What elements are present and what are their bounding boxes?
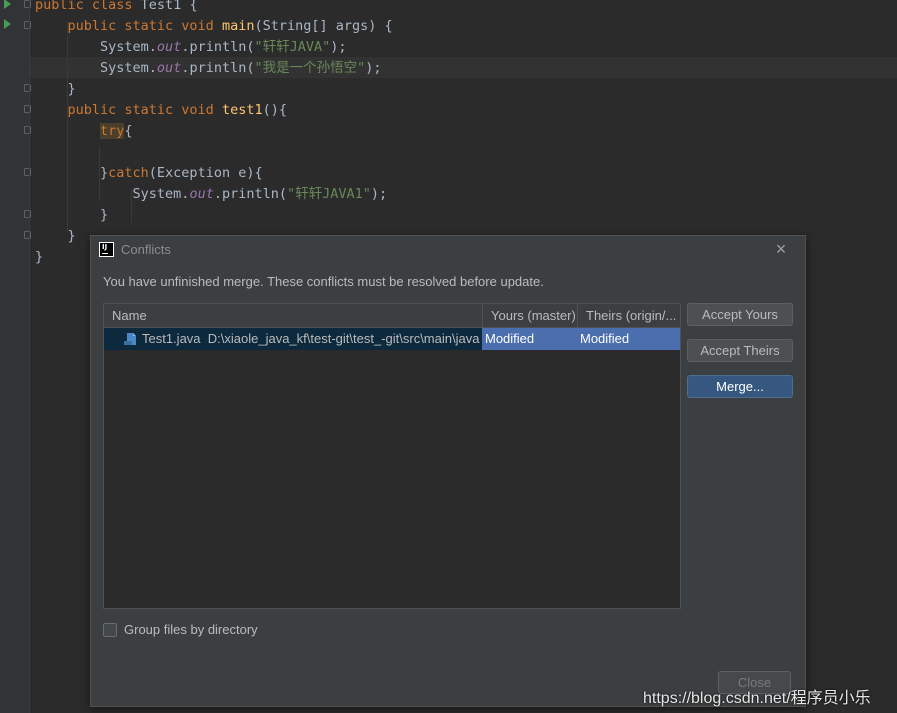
code-token: "轩轩JAVA" [254, 39, 331, 55]
code-token: Test1 { [140, 0, 198, 13]
code-line: public static void main(String[] args) { [35, 16, 393, 37]
run-main-icon[interactable] [4, 19, 11, 29]
code-line: } [35, 226, 76, 247]
code-token: } [35, 249, 44, 265]
close-icon[interactable]: × [771, 240, 791, 260]
file-path: D:\xiaole_java_kf\test-git\test_-git\src… [207, 331, 480, 346]
code-token: ); [365, 60, 382, 76]
code-line: } [35, 79, 76, 100]
code-line: public static void test1(){ [35, 100, 287, 121]
file-name-cell: Test1.java D:\xiaole_java_kf\test-git\te… [104, 328, 482, 350]
java-file-icon [124, 333, 136, 345]
code-line: System.out.println("轩轩JAVA"); [35, 37, 347, 58]
code-token: test1 [221, 102, 263, 118]
code-token: public static void [35, 102, 222, 118]
code-token: .println( [213, 186, 287, 202]
code-line: } [35, 205, 108, 226]
code-token: try [100, 123, 125, 139]
conflicts-dialog: IJ Conflicts × You have unfinished merge… [90, 235, 806, 707]
code-token: public static void [35, 18, 222, 34]
code-token: } [35, 207, 109, 223]
dialog-title-bar[interactable]: IJ Conflicts × [91, 236, 805, 264]
code-token: } [35, 165, 109, 181]
code-token: { [124, 123, 133, 139]
code-token: (String[] args) { [254, 18, 393, 34]
group-by-directory-label: Group files by directory [124, 622, 258, 637]
code-token: out [189, 186, 214, 202]
code-token: out [156, 60, 182, 76]
code-token: .println( [181, 39, 255, 55]
table-header: Name Yours (master) Theirs (origin/... [104, 304, 680, 328]
code-line: public class Test1 { [35, 0, 198, 16]
code-line: System.out.println("我是一个孙悟空"); [35, 58, 382, 79]
accept-yours-button[interactable]: Accept Yours [687, 303, 793, 326]
code-line: try{ [35, 121, 133, 142]
theirs-status-cell: Modified [577, 328, 680, 350]
code-token: "我是一个孙悟空" [254, 60, 366, 76]
table-row[interactable]: Test1.java D:\xiaole_java_kf\test-git\te… [104, 328, 680, 350]
code-token: } [35, 81, 76, 97]
code-token: System. [35, 39, 157, 55]
code-token: ); [330, 39, 347, 55]
code-token: System. [35, 60, 157, 76]
code-token: .println( [181, 60, 255, 76]
column-header-name[interactable]: Name [104, 304, 482, 327]
code-token: ); [370, 186, 388, 202]
code-token: main [221, 18, 255, 34]
code-token: "轩轩JAVA1" [286, 186, 371, 202]
column-header-theirs[interactable]: Theirs (origin/... [577, 304, 680, 327]
accept-theirs-button[interactable]: Accept Theirs [687, 339, 793, 362]
code-token: (){ [262, 102, 287, 118]
code-token: out [156, 39, 182, 55]
code-token: catch [108, 165, 149, 181]
code-line: }catch(Exception e){ [35, 163, 263, 184]
run-class-icon[interactable] [4, 0, 11, 9]
column-header-yours[interactable]: Yours (master) [482, 304, 577, 327]
dialog-title: Conflicts [121, 242, 171, 257]
code-line: System.out.println("轩轩JAVA1"); [35, 184, 388, 205]
merge-button[interactable]: Merge... [687, 375, 793, 398]
file-name: Test1.java [142, 331, 201, 346]
code-token: System. [35, 186, 190, 202]
conflicts-table[interactable]: Name Yours (master) Theirs (origin/... T… [103, 303, 681, 609]
editor-gutter [0, 0, 31, 713]
gutter-divider [29, 0, 30, 713]
conflict-message: You have unfinished merge. These conflic… [103, 274, 544, 289]
group-by-directory-checkbox[interactable] [103, 623, 117, 637]
yours-status-cell: Modified [482, 328, 577, 350]
intellij-logo-icon: IJ [99, 242, 114, 257]
code-token: public class [35, 0, 141, 13]
code-token: (Exception e){ [148, 165, 263, 181]
watermark-text: https://blog.csdn.net/程序员小乐 [643, 690, 871, 707]
code-token: } [35, 228, 76, 244]
code-line: } [35, 247, 43, 268]
